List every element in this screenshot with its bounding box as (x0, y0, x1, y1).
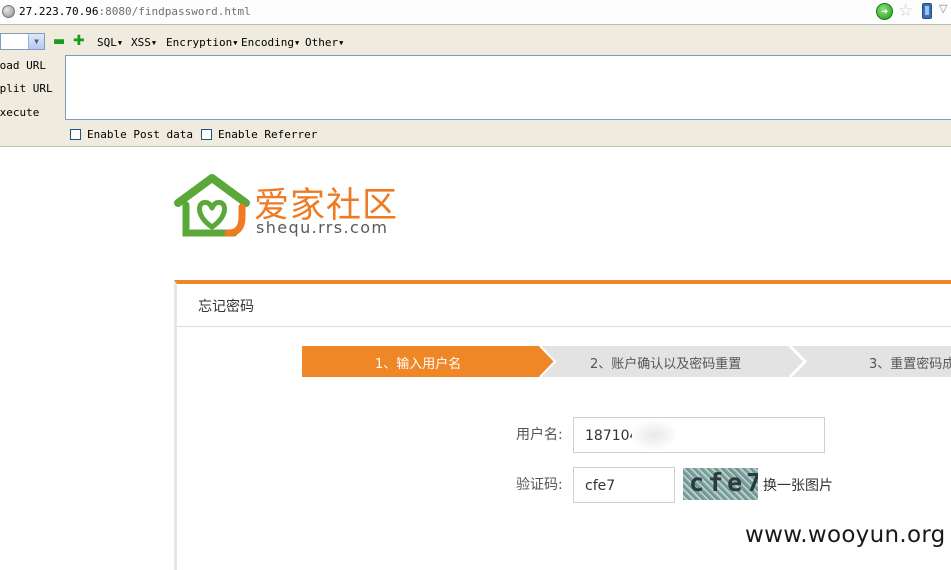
caret-down-icon: ▼ (294, 39, 300, 47)
menu-other-label: Other (305, 36, 339, 49)
split-url-button[interactable]: Split URL (0, 82, 53, 95)
menu-sql-label: SQL (97, 36, 117, 49)
menu-other[interactable]: Other▼ (305, 36, 343, 49)
caret-down-icon: ▼ (233, 39, 238, 47)
enable-post-checkbox[interactable]: Enable Post data (70, 128, 193, 141)
progress-steps: 1、输入用户名 2、账户确认以及密码重置 3、重置密码成 (302, 346, 951, 377)
username-label: 用户名: (516, 427, 563, 443)
url-path: :8080/findpassword.html (98, 5, 251, 18)
watermark: www.wooyun.org (745, 522, 946, 548)
enable-referrer-checkbox[interactable]: Enable Referrer (201, 128, 317, 141)
menu-encoding-label: Encoding (241, 36, 294, 49)
panel-header: 忘记密码 (177, 284, 951, 327)
site-logo[interactable]: 爱家社区 shequ.rrs.com (172, 173, 397, 243)
refresh-captcha-link[interactable]: 换一张图片 (763, 475, 833, 495)
decrease-icon[interactable]: ▬ (53, 34, 65, 49)
bookmark-star-icon[interactable]: ☆ (898, 1, 913, 21)
increase-icon[interactable]: ✚ (73, 33, 85, 49)
hackbar-select[interactable]: ▼ (0, 33, 45, 50)
menu-xss[interactable]: XSS▼ (131, 36, 156, 49)
captcha-label: 验证码: (516, 477, 563, 493)
page-title: 忘记密码 (198, 299, 254, 315)
menu-encoding[interactable]: Encoding▼ (241, 36, 299, 49)
captcha-value: cfe7 (585, 478, 616, 494)
menu-encryption-label: Encryption (166, 36, 233, 49)
dropdown-icon[interactable]: ▽ (939, 2, 947, 15)
go-arrow-icon[interactable]: ➜ (876, 3, 893, 20)
captcha-image-text: cfe7 (689, 468, 758, 497)
house-heart-logo-icon (174, 174, 250, 237)
menu-sql[interactable]: SQL▼ (97, 36, 122, 49)
username-value: 187104 (585, 428, 639, 444)
captcha-input[interactable]: cfe7 (573, 467, 675, 503)
phone-icon[interactable] (922, 3, 932, 19)
load-url-button[interactable]: Load URL (0, 59, 46, 72)
url-host: 27.223.70.96 (19, 5, 99, 18)
globe-icon (2, 5, 15, 18)
enable-referrer-label: Enable Referrer (218, 128, 318, 141)
redaction-blur (632, 421, 676, 449)
hackbar-url-textarea[interactable] (65, 55, 951, 120)
logo-domain: shequ.rrs.com (256, 218, 389, 237)
username-input[interactable]: 187104 (573, 417, 825, 453)
step-1-label: 1、输入用户名 (375, 357, 462, 372)
menu-encryption[interactable]: Encryption▼ (166, 36, 237, 49)
step-3-label: 3、重置密码成 (869, 357, 951, 372)
checkbox-icon[interactable] (70, 129, 81, 140)
hackbar-toolbar: ▼ ▬ ✚ SQL▼ XSS▼ Encryption▼ Encoding▼ Ot… (0, 25, 951, 147)
caret-down-icon: ▼ (339, 39, 344, 47)
step-2-label: 2、账户确认以及密码重置 (590, 357, 742, 372)
url-text[interactable]: 27.223.70.96:8080/findpassword.html (19, 5, 251, 18)
caret-down-icon: ▼ (151, 39, 157, 47)
checkbox-icon[interactable] (201, 129, 212, 140)
enable-post-label: Enable Post data (87, 128, 193, 141)
menu-xss-label: XSS (131, 36, 151, 49)
chevron-down-icon[interactable]: ▼ (28, 34, 44, 49)
execute-button[interactable]: Execute (0, 106, 39, 119)
caret-down-icon: ▼ (117, 39, 123, 47)
browser-address-bar[interactable]: 27.223.70.96:8080/findpassword.html ➜ ☆ … (0, 0, 951, 25)
captcha-image[interactable]: cfe7 (683, 468, 758, 500)
